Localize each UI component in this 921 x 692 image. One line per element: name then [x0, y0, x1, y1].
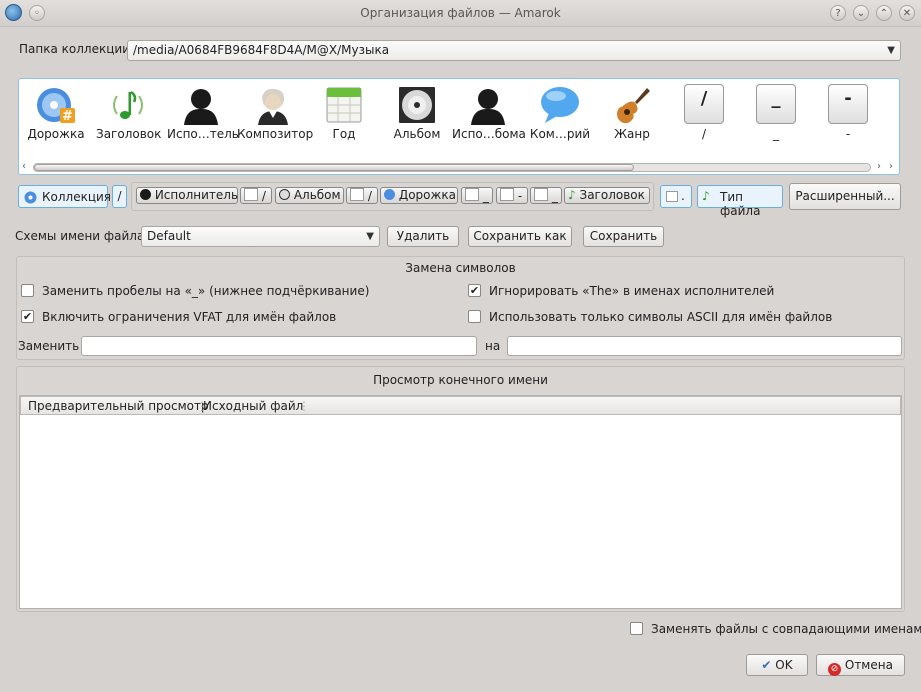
token-artist[interactable]: Испо…тель — [167, 84, 239, 146]
preview-table[interactable] — [19, 395, 902, 609]
with-label: на — [485, 339, 501, 353]
token-comment[interactable]: Ком…рий — [528, 84, 592, 146]
scroll-right-end-icon[interactable]: › — [889, 161, 899, 173]
scheme-select[interactable]: Default ▼ — [141, 226, 380, 247]
chip-underscore-2[interactable]: _ — [530, 187, 562, 204]
replace-spaces-checkbox[interactable] — [21, 284, 34, 297]
delete-scheme-button[interactable]: Удалить — [387, 226, 459, 247]
ascii-label: Использовать только символы ASCII для им… — [489, 310, 833, 324]
column-header-source[interactable]: Исходный файл — [203, 399, 303, 413]
filetype-chip[interactable]: ♪ Тип файла — [697, 185, 783, 218]
note-mini-icon: ♪ — [568, 188, 576, 202]
cancel-icon: ⊘ — [828, 663, 842, 676]
token-genre[interactable]: Жанр — [600, 84, 664, 146]
minimize-button[interactable]: ⌄ — [853, 5, 869, 21]
save-as-button[interactable]: Сохранить как — [468, 226, 572, 247]
guitar-icon — [617, 88, 650, 124]
replace-label: Заменить — [18, 339, 80, 353]
svg-text:#: # — [62, 109, 73, 124]
dot-chip[interactable]: . — [660, 185, 692, 208]
replace-spaces-label: Заменить пробелы на «_» (нижнее подчёрки… — [42, 284, 370, 298]
token-track[interactable]: # Дорожка — [24, 84, 88, 146]
chip-slash-1[interactable]: / — [240, 187, 272, 204]
chip-track[interactable]: Дорожка — [380, 187, 458, 204]
artist-icon — [184, 89, 218, 125]
slash-mini-icon — [244, 188, 258, 201]
collection-folder-select[interactable]: /media/A0684FB9684F8D4A/M@X/Музыка ▼ — [127, 40, 901, 61]
scheme-value: Default — [147, 229, 191, 243]
vfat-checkbox[interactable]: ✔ — [21, 310, 34, 323]
calendar-icon — [326, 87, 362, 123]
note-mini-icon: ♪ — [702, 189, 710, 203]
preview-group-title: Просмотр конечного имени — [373, 373, 548, 387]
chip-artist[interactable]: Исполнитель — [136, 187, 238, 204]
close-button[interactable]: ✕ — [899, 5, 915, 21]
window-title: Организация файлов — Amarok — [360, 6, 561, 20]
album-mini-icon — [279, 189, 290, 200]
collection-chip[interactable]: Коллекция — [18, 185, 111, 208]
vfat-label: Включить ограничения VFAT для имён файло… — [42, 310, 337, 324]
composer-icon — [258, 88, 288, 125]
overwrite-label: Заменять файлы с совпадающими именами — [651, 622, 921, 636]
horizontal-scrollbar-thumb[interactable] — [34, 164, 634, 171]
token-slash[interactable]: / / — [682, 84, 726, 146]
collection-folder-value: /media/A0684FB9684F8D4A/M@X/Музыка — [133, 43, 390, 57]
collection-disc-icon — [24, 191, 37, 204]
replace-group-title: Замена символов — [405, 261, 516, 275]
cancel-button[interactable]: ⊘ Отмена — [816, 654, 905, 676]
underscore-mini-icon — [465, 188, 479, 201]
chip-slash-2[interactable]: / — [346, 187, 378, 204]
ascii-checkbox[interactable] — [468, 310, 481, 323]
save-scheme-button[interactable]: Сохранить — [583, 226, 664, 247]
token-dash[interactable]: - - — [826, 84, 870, 146]
scroll-left-icon[interactable]: ‹ — [22, 161, 32, 173]
chevron-down-icon: ▼ — [887, 45, 895, 56]
token-album-artist[interactable]: Испо…бома — [452, 84, 526, 146]
overwrite-checkbox[interactable] — [630, 622, 643, 635]
dash-key-icon: - — [828, 84, 868, 124]
dash-mini-icon — [500, 188, 514, 201]
track-mini-icon — [384, 189, 395, 200]
token-title[interactable]: Заголовок — [96, 84, 161, 146]
chip-dash[interactable]: - — [496, 187, 528, 204]
underscore-key-icon: _ — [756, 84, 796, 124]
token-album[interactable]: Альбом — [385, 84, 449, 146]
help-button[interactable]: ? — [830, 5, 846, 21]
ok-button[interactable]: ✔ OK — [746, 654, 808, 676]
token-composer[interactable]: Композитор — [237, 84, 313, 146]
comment-bubble-icon — [541, 87, 579, 123]
chip-album[interactable]: Альбом — [275, 187, 344, 204]
underscore-mini-icon — [534, 188, 548, 201]
dot-mini-icon — [666, 191, 678, 202]
separator-chip[interactable]: / — [112, 185, 127, 208]
album-cd-icon — [399, 87, 435, 123]
column-divider[interactable]: ⋮ — [298, 399, 310, 413]
with-input[interactable] — [507, 336, 902, 356]
slash-mini-icon — [350, 188, 364, 201]
slash-key-icon: / — [684, 84, 724, 124]
column-header-preview[interactable]: Предварительный просмотр — [28, 399, 209, 413]
token-underscore[interactable]: _ _ — [754, 84, 798, 146]
chevron-down-icon: ▼ — [366, 231, 374, 242]
chip-title[interactable]: ♪ Заголовок — [564, 187, 650, 204]
maximize-button[interactable]: ⌃ — [876, 5, 892, 21]
album-artist-icon — [471, 89, 505, 125]
ignore-the-label: Игнорировать «The» в именах исполнителей — [489, 284, 775, 298]
chip-underscore-1[interactable]: _ — [461, 187, 493, 204]
ignore-the-checkbox[interactable]: ✔ — [468, 284, 481, 297]
artist-mini-icon — [140, 189, 151, 200]
advanced-button[interactable]: Расширенный... — [789, 183, 901, 210]
scroll-right-icon[interactable]: › — [877, 161, 887, 173]
checkmark-icon: ✔ — [761, 658, 772, 672]
replace-input[interactable] — [81, 336, 477, 356]
scheme-label: Схемы имени файла: — [15, 229, 149, 243]
token-year[interactable]: Год — [312, 84, 376, 146]
track-disc-icon: # — [37, 88, 75, 124]
collection-folder-label: Папка коллекции: — [19, 42, 135, 56]
music-note-icon — [113, 90, 143, 119]
